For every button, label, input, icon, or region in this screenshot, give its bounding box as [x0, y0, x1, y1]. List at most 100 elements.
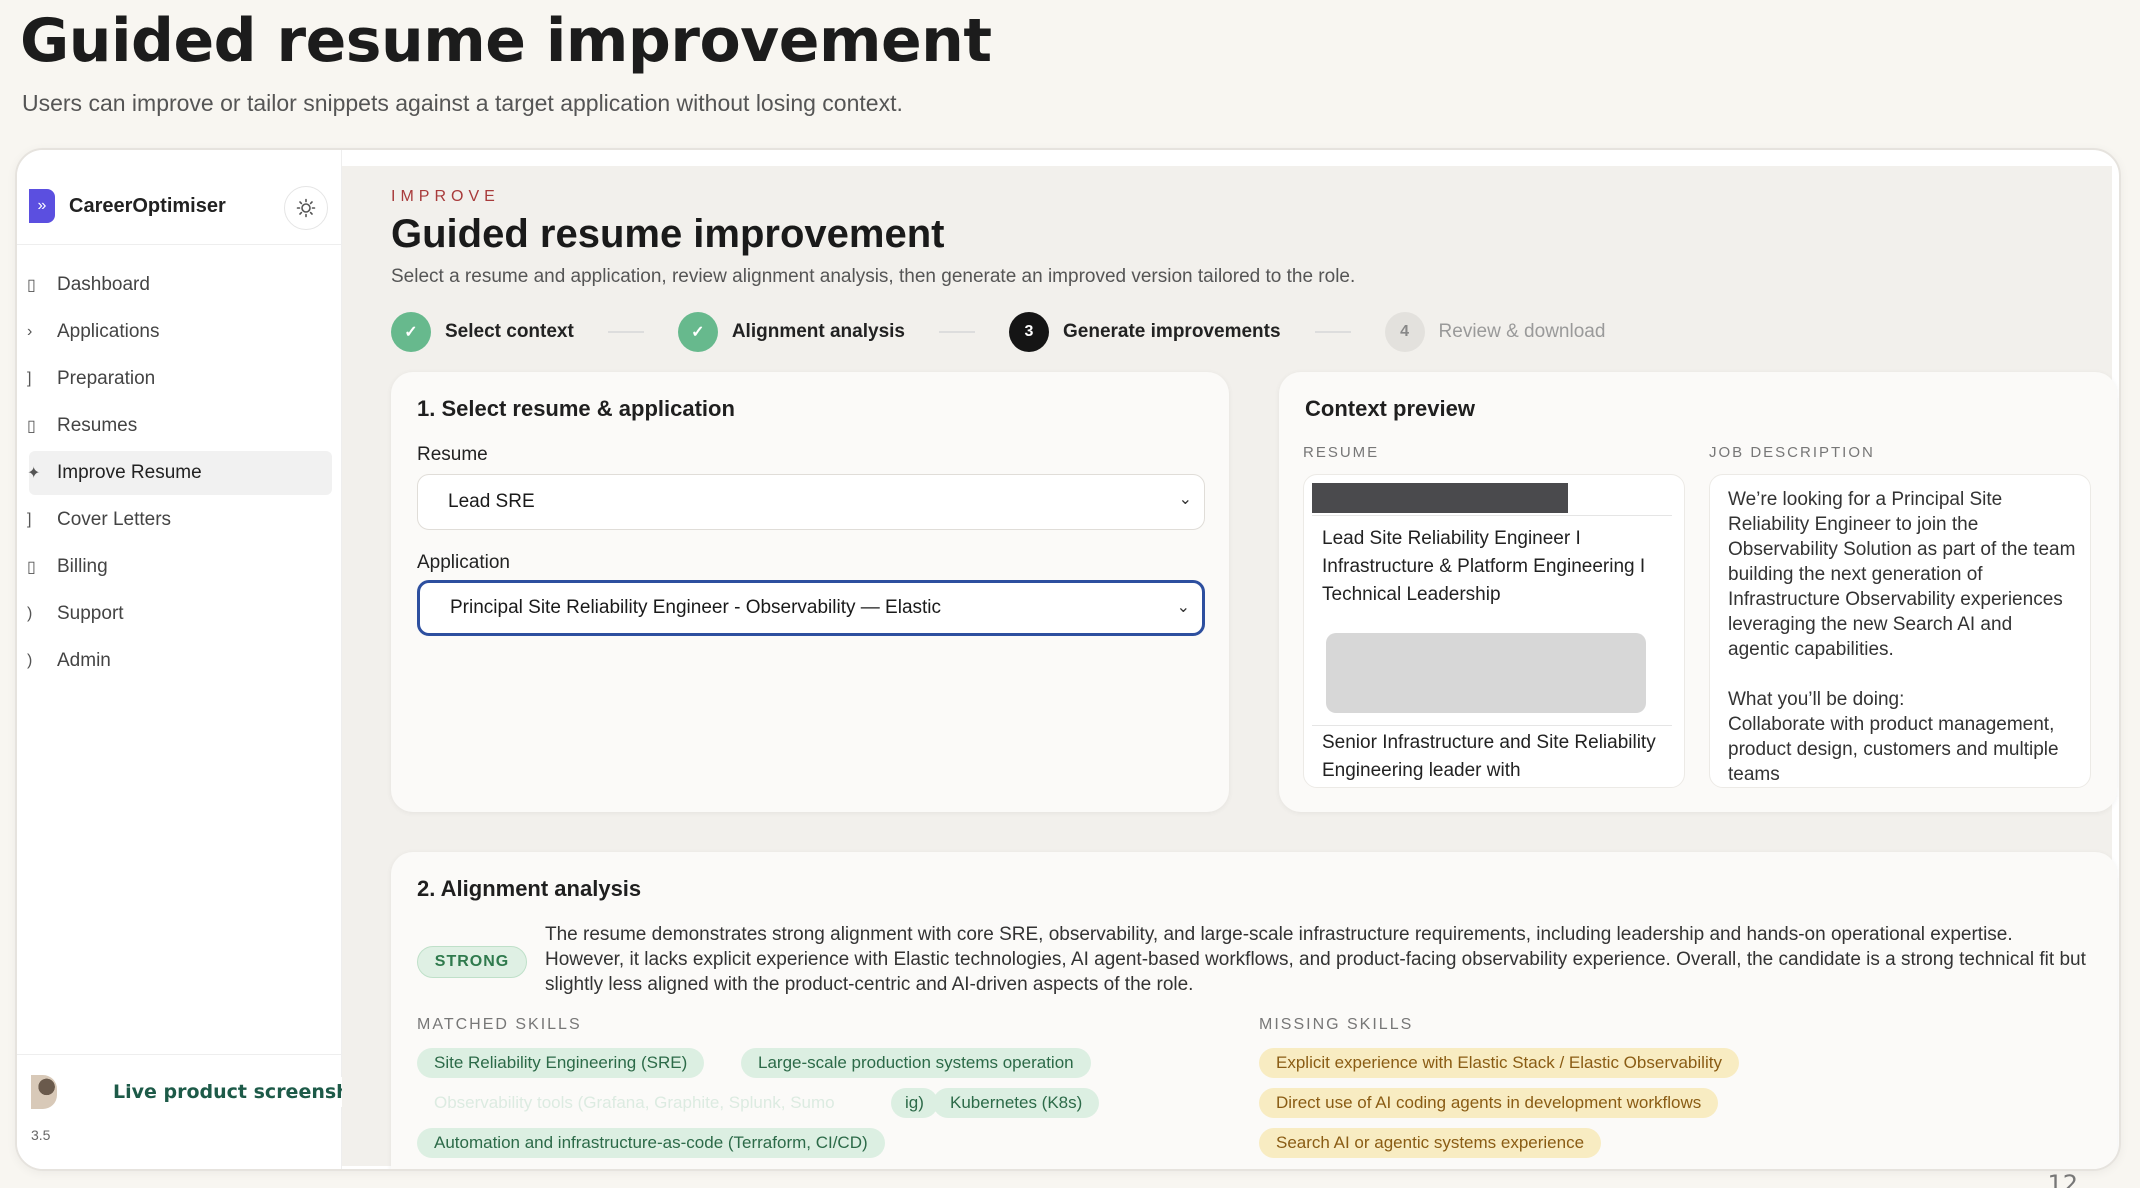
step-label: Generate improvements — [1063, 321, 1281, 342]
sidebar-item-label: Admin — [57, 650, 111, 671]
missing-skills-label: MISSING SKILLS — [1259, 1016, 1414, 1033]
step-4[interactable]: 4 Review & download — [1384, 312, 1606, 352]
brand-logo-icon: » — [29, 189, 55, 223]
check-icon: ✓ — [391, 312, 431, 352]
page-number: 12 — [2047, 1170, 2078, 1188]
sidebar-item-cover-letters[interactable]: ] Cover Letters — [27, 498, 332, 542]
alignment-summary: The resume demonstrates strong alignment… — [545, 924, 2086, 995]
cover-letters-icon: ] — [27, 511, 32, 528]
sidebar-item-support[interactable]: ) Support — [27, 592, 332, 636]
step-1[interactable]: ✓ Select context — [391, 312, 574, 352]
sidebar-item-applications[interactable]: › Applications — [27, 310, 332, 354]
page-description: Select a resume and application, review … — [391, 266, 1356, 287]
matched-skills-label: MATCHED SKILLS — [417, 1016, 582, 1033]
job-description-text: We’re looking for a Principal Site Relia… — [1728, 489, 2076, 785]
step-label: Select context — [445, 321, 574, 342]
alignment-analysis-card: 2. Alignment analysis STRONG The resume … — [391, 852, 2117, 1169]
application-select-value: Principal Site Reliability Engineer - Ob… — [450, 597, 942, 618]
matched-skill-chip: ig) — [891, 1088, 938, 1118]
resume-select-value: Lead SRE — [448, 491, 535, 512]
missing-skill-chip: Search AI or agentic systems experience — [1259, 1128, 1602, 1158]
admin-icon: ) — [27, 652, 33, 669]
brand: » CareerOptimiser — [29, 186, 334, 230]
step-number: 3 — [1009, 312, 1049, 352]
version-label: 3.5 — [31, 1127, 51, 1143]
resume-preview[interactable]: Lead Site Reliability Engineer I Infrast… — [1303, 474, 1685, 788]
dashboard-icon: ▯ — [27, 277, 36, 294]
stepper: ✓ Select context ✓ Alignment analysis 3 Gener… — [391, 312, 1605, 352]
slide-subtitle: Users can improve or tailor snippets aga… — [22, 90, 903, 116]
screenshot-frame: » CareerOptimiser ▯ Dashboard › Application… — [15, 148, 2121, 1171]
sidebar-footer-divider — [17, 1054, 342, 1055]
sidebar: » CareerOptimiser ▯ Dashboard › Application… — [17, 150, 342, 1169]
matched-skill-chip: Large-scale production systems operation — [741, 1048, 1091, 1078]
select-context-card: 1. Select resume & application Resume Le… — [391, 372, 1229, 812]
redacted-block — [1326, 633, 1646, 713]
context-card-title: Context preview — [1305, 396, 1475, 421]
resume-field-label: Resume — [417, 444, 488, 465]
sidebar-item-billing[interactable]: ▯ Billing — [27, 545, 332, 589]
sidebar-item-label: Resumes — [57, 415, 138, 436]
sidebar-item-preparation[interactable]: ] Preparation — [27, 357, 332, 401]
missing-skill-chip: Direct use of AI coding agents in develo… — [1259, 1088, 1719, 1118]
resume-summary: Senior Infrastructure and Site Reliabili… — [1322, 732, 1656, 781]
page-title: Guided resume improvement — [391, 212, 945, 256]
application-field-label: Application — [417, 552, 510, 573]
analysis-card-title: 2. Alignment analysis — [417, 876, 642, 901]
missing-skill-chip: Explicit experience with Elastic Stack /… — [1259, 1048, 1739, 1078]
step-3[interactable]: 3 Generate improvements — [1009, 312, 1281, 352]
check-icon: ✓ — [677, 312, 718, 352]
sun-icon — [296, 198, 316, 218]
resume-headline: Lead Site Reliability Engineer I Infrast… — [1322, 528, 1646, 605]
jd-preview-label: JOB DESCRIPTION — [1709, 444, 1875, 461]
slide-title: Guided resume improvement — [20, 6, 992, 76]
brand-name: CareerOptimiser — [69, 194, 226, 217]
step-2[interactable]: ✓ Alignment analysis — [677, 312, 905, 352]
matched-skill-chip: Automation and infrastructure-as-code (T… — [417, 1128, 885, 1158]
matched-skill-chip: Site Reliability Engineering (SRE) — [417, 1048, 705, 1078]
sidebar-item-label: Preparation — [57, 368, 156, 389]
sidebar-item-admin[interactable]: ) Admin — [27, 639, 332, 683]
theme-toggle-button[interactable] — [284, 186, 328, 230]
context-preview-card: Context preview RESUME JOB DESCRIPTION L… — [1279, 372, 2117, 812]
divider — [1312, 725, 1672, 726]
step-number: 4 — [1384, 312, 1425, 352]
support-icon: ) — [27, 605, 33, 622]
sidebar-item-resumes[interactable]: ▯ Resumes — [27, 404, 332, 448]
applications-icon: › — [27, 323, 33, 340]
sidebar-item-label: Improve Resume — [57, 462, 202, 483]
step-label: Alignment analysis — [731, 321, 905, 342]
resumes-icon: ▯ — [27, 418, 36, 435]
chevron-down-icon: ⌄ — [1176, 599, 1190, 616]
redacted-name — [1312, 483, 1568, 513]
sidebar-item-label: Applications — [57, 321, 160, 342]
sidebar-item-label: Cover Letters — [57, 509, 172, 530]
sparkle-icon: ✦ — [27, 465, 41, 482]
step-connector — [1314, 331, 1351, 333]
resume-select[interactable]: Lead SRE ⌄ — [417, 474, 1205, 530]
sidebar-item-dashboard[interactable]: ▯ Dashboard — [27, 263, 332, 307]
divider — [1312, 515, 1672, 516]
avatar[interactable] — [31, 1075, 57, 1109]
sidebar-item-improve-resume[interactable]: ✦ Improve Resume — [27, 451, 332, 495]
sidebar-nav: ▯ Dashboard › Applications] Preparation ▯ Resu… — [17, 260, 342, 686]
resume-preview-label: RESUME — [1303, 444, 1380, 461]
alignment-rating-badge: STRONG — [417, 946, 527, 978]
step-connector — [939, 331, 975, 333]
application-select[interactable]: Principal Site Reliability Engineer - Ob… — [417, 580, 1205, 636]
select-card-title: 1. Select resume & application — [417, 396, 735, 421]
matched-skill-chip: Observability tools (Grafana, Graphite, … — [434, 1093, 835, 1112]
sidebar-divider — [17, 244, 342, 245]
preparation-icon: ] — [27, 370, 32, 387]
main-content: IMPROVE Guided resume improvement Select… — [342, 166, 2117, 1169]
matched-skill-chip: Kubernetes (K8s) — [933, 1088, 1100, 1118]
job-description-preview[interactable]: We’re looking for a Principal Site Relia… — [1709, 474, 2091, 788]
step-label: Review & download — [1438, 321, 1606, 342]
sidebar-item-label: Support — [57, 603, 124, 624]
billing-icon: ▯ — [27, 559, 36, 576]
page-eyebrow: IMPROVE — [391, 188, 500, 205]
sidebar-item-label: Dashboard — [57, 274, 150, 295]
chevron-down-icon: ⌄ — [1178, 491, 1192, 508]
sidebar-item-label: Billing — [57, 556, 108, 577]
step-connector — [607, 331, 644, 333]
